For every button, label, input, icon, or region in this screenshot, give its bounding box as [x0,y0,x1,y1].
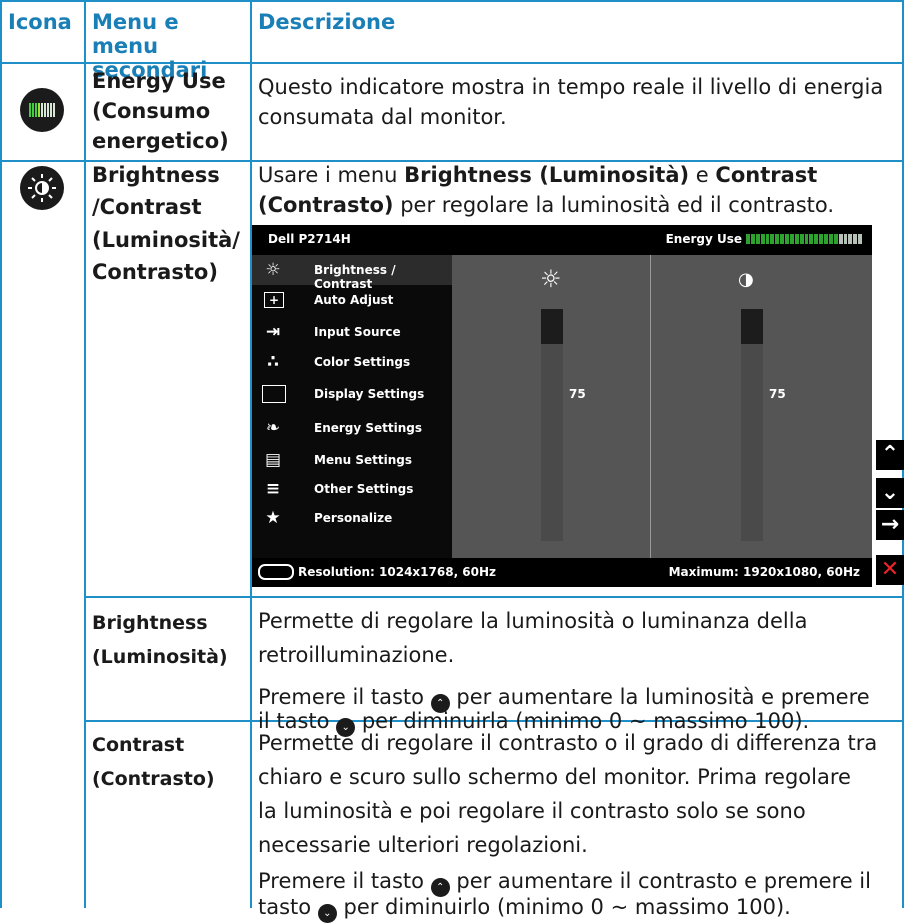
desc-brightness-contrast-l2: (Contrasto) per regolare la luminosità e… [258,193,835,217]
menu-brightness-contrast-l4: Contrasto) [92,260,218,284]
osd-menu-item-other-settings[interactable]: ≡ Other Settings [252,474,452,504]
personalize-icon: ★ [265,508,281,528]
brightness-contrast-icon [20,166,64,210]
energy-meter-segment [765,234,770,244]
contrast-icon: ◑ [738,269,754,290]
energy-meter-segment [833,234,838,244]
energy-meter-segment [848,234,853,244]
osd-menu-item-personalize[interactable]: ★ Personalize [252,503,452,533]
osd-footer: Resolution: 1024x1768, 60Hz Maximum: 192… [252,558,872,587]
energy-meter-segment [828,234,833,244]
energy-meter-segment [785,234,789,244]
menu-contrast-l2: (Contrasto) [92,768,215,790]
col-border [0,0,2,908]
header-icona: Icona [8,10,72,34]
osd-screenshot: Dell P2714H Energy Use ☼ Brightness / Co… [252,225,872,587]
energy-meter-segment [760,234,765,244]
energy-meter-segment [750,234,755,244]
close-icon[interactable]: ✕ [876,555,904,585]
brightness-value: 75 [569,387,586,401]
energy-meter-segment [804,234,809,244]
auto-adjust-icon: + [264,292,284,308]
osd-menu-item-color-settings[interactable]: ∴ Color Settings [252,347,452,377]
desc-brightness-l2: retroilluminazione. [258,643,455,667]
osd-menu-item-energy-settings[interactable]: ❧ Energy Settings [252,413,452,443]
menu-settings-icon: ▤ [264,450,282,470]
brightness-slider-remaining [541,309,563,344]
osd-energy-label: Energy Use [665,232,742,246]
desc-contrast-l4: necessarie ulteriori regolazioni. [258,833,588,857]
desc-contrast-l3: la luminosità e poi regolare il contrast… [258,799,806,823]
osd-menu-item-auto-adjust[interactable]: + Auto Adjust [252,285,452,315]
osd-title: Dell P2714H [268,232,351,246]
header-descrizione: Descrizione [258,10,396,34]
energy-meter-segment [794,234,799,244]
osd-adjust-panel: ☼ 75 ◑ 75 [452,255,872,558]
menu-brightness-l1: Brightness [92,612,208,634]
menu-brightness-contrast-l1: Brightness [92,163,220,187]
energy-meter-segment [824,234,828,244]
energy-meter-segment [853,234,858,244]
desc-brightness-l1: Permette di regolare la luminosità o lum… [258,609,808,633]
osd-maximum: Maximum: 1920x1080, 60Hz [668,565,860,579]
energy-settings-icon: ❧ [265,418,281,438]
energy-meter-segment [780,234,784,244]
energy-meter-segment [838,234,843,244]
osd-menu-item-display-settings[interactable]: Display Settings [252,379,452,409]
osd-resolution: Resolution: 1024x1768, 60Hz [298,565,497,579]
color-settings-icon: ∴ [267,352,279,372]
table-top-border [0,0,904,2]
osd-menu-item-menu-settings[interactable]: ▤ Menu Settings [252,445,452,475]
desc-brightness-contrast-l1: Usare i menu Brightness (Luminosità) e C… [258,163,818,187]
menu-brightness-l2: (Luminosità) [92,646,228,668]
menu-energy-use: Energy Use (Consumo energetico) [92,69,229,153]
input-connector-icon [258,564,294,580]
energy-meter-segment [799,234,804,244]
contrast-slider[interactable] [741,309,763,541]
right-arrow-icon[interactable]: → [876,510,904,540]
energy-use-icon [20,88,64,132]
row-divider [86,596,904,598]
energy-meter-segment [843,234,848,244]
input-source-icon: ⇥ [265,322,281,342]
down-arrow-icon[interactable]: ⌄ [876,478,904,508]
col-border [84,0,86,908]
brightness-contrast-icon: ☼ [265,260,281,280]
header-menu: Menu e menu secondari [92,10,208,82]
osd-menu: ☼ Brightness / Contrast + Auto Adjust ⇥ … [252,255,452,558]
energy-meter-segment [755,234,760,244]
contrast-value: 75 [769,387,786,401]
brightness-slider[interactable] [541,309,563,541]
desc-energy-use: Questo indicatore mostra in tempo reale … [258,75,884,129]
energy-meter-segment [814,234,819,244]
energy-meter-segment [789,234,794,244]
osd-energy-meter [746,234,862,244]
down-button-icon: ⌄ [317,904,337,923]
desc-contrast-l1: Permette di regolare il contrasto o il g… [258,731,878,755]
energy-meter-segment [775,234,780,244]
energy-meter-segment [858,234,862,244]
panel-divider [650,255,651,558]
brightness-sun-icon: ☼ [540,265,562,293]
menu-brightness-contrast-l3: (Luminosità/ [92,228,240,252]
energy-meter-segment [819,234,823,244]
settings-table: Icona Menu e menu secondari Descrizione … [0,0,904,923]
menu-brightness-contrast-l2: /Contrast [92,195,202,219]
desc-contrast-l2: chiaro e scuro sullo schermo del monitor… [258,765,851,789]
energy-meter-segment [809,234,814,244]
other-settings-icon: ≡ [265,479,281,499]
energy-meter-segment [770,234,775,244]
energy-meter-segment [746,234,750,244]
osd-menu-item-input-source[interactable]: ⇥ Input Source [252,317,452,347]
up-arrow-icon[interactable]: ⌃ [876,440,904,470]
osd-menu-item-brightness-contrast[interactable]: ☼ Brightness / Contrast [252,255,452,291]
display-settings-icon [262,385,286,403]
contrast-slider-remaining [741,309,763,344]
menu-contrast-l1: Contrast [92,734,185,756]
